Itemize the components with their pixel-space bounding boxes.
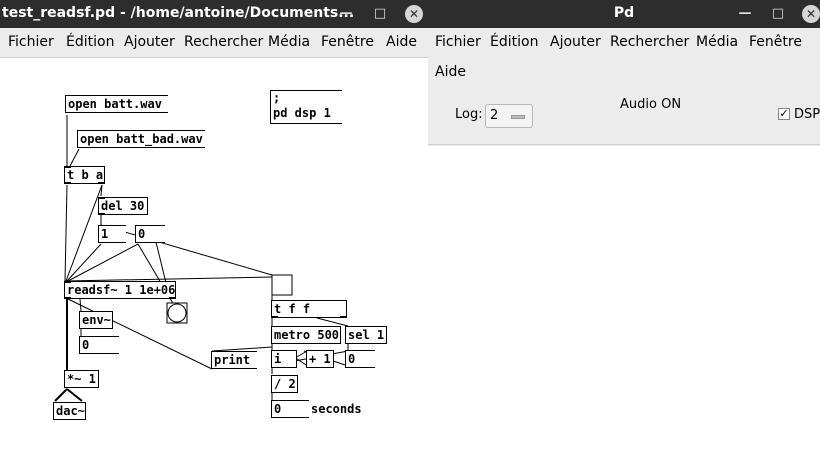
patch-window-title: test_readsf.pd - /home/antoine/Documents… — [2, 5, 355, 21]
msg-dsp-line1: ; — [273, 91, 281, 105]
menu-aide[interactable]: Aide — [386, 34, 417, 50]
obj-i[interactable]: i — [271, 350, 297, 368]
obj-print-text: print — [214, 353, 251, 367]
msg-dsp-line2: pd dsp 1 — [273, 106, 331, 120]
obj-plus-text: + 1 — [309, 352, 331, 366]
obj-mul-text: *~ 1 — [67, 372, 96, 386]
menu-media[interactable]: Média — [696, 34, 738, 50]
patch-window: test_readsf.pd - /home/antoine/Documents… — [0, 0, 428, 452]
obj-del-text: del 30 — [101, 199, 145, 213]
num-env-text: 0 — [82, 338, 90, 352]
pd-console[interactable] — [428, 146, 820, 452]
obj-div[interactable]: / 2 — [271, 375, 298, 393]
dsp-label: DSP — [794, 107, 820, 122]
obj-dac[interactable]: dac~ — [53, 402, 86, 420]
obj-tba-outlet — [65, 182, 71, 184]
menu-fenetre[interactable]: Fenêtre — [749, 34, 802, 50]
menu-edition[interactable]: Édition — [490, 34, 538, 50]
obj-div-text: / 2 — [274, 377, 296, 391]
num-seconds-text: 0 — [274, 402, 282, 416]
obj-print[interactable]: print — [211, 351, 257, 369]
comment-seconds: seconds — [311, 402, 362, 416]
obj-readsf-outlet — [65, 297, 71, 299]
num-seconds[interactable]: 0 — [271, 400, 309, 418]
obj-metro-text: metro 500 — [274, 328, 340, 342]
menu-fenetre[interactable]: Fenêtre — [321, 34, 374, 50]
bang-circle[interactable] — [167, 303, 187, 323]
patch-canvas[interactable]: open batt.wav open batt_bad.wav ; pd dsp… — [4, 59, 422, 452]
obj-sel-text: sel 1 — [348, 328, 385, 342]
obj-tff[interactable]: t f f — [271, 300, 347, 318]
num-1-text: 1 — [101, 227, 109, 241]
obj-readsf-inlet — [65, 281, 71, 283]
select-handle-icon — [511, 115, 525, 119]
pd-status-bar: Log: 2 Audio ON ✓ DSP — [428, 88, 820, 145]
obj-plus[interactable]: + 1 — [306, 350, 334, 368]
num-0a-text: 0 — [138, 227, 146, 241]
obj-readsf[interactable]: readsf~ 1 1e+06 — [64, 281, 176, 299]
pd-titlebar[interactable]: Pd — □ ✕ — [428, 0, 820, 28]
obj-tba-outlet — [98, 182, 104, 184]
menu-rechercher[interactable]: Rechercher — [610, 34, 689, 50]
dsp-checkbox[interactable]: ✓ — [778, 108, 790, 120]
log-level-value: 2 — [490, 108, 499, 123]
minimize-button[interactable]: — — [735, 4, 755, 24]
maximize-button[interactable]: □ — [370, 4, 390, 24]
pd-window-title: Pd — [613, 5, 635, 21]
obj-tff-outlet — [272, 316, 278, 318]
obj-env-text: env~ — [82, 313, 111, 327]
close-button[interactable]: ✕ — [405, 5, 423, 23]
obj-tba[interactable]: t b a — [64, 166, 105, 184]
obj-readsf-outlet — [169, 297, 175, 299]
num-1[interactable]: 1 — [98, 225, 126, 243]
menu-ajouter[interactable]: Ajouter — [550, 34, 601, 50]
num-sel-text: 0 — [348, 352, 356, 366]
msg-open-batt-bad[interactable]: open batt_bad.wav — [77, 130, 205, 148]
menu-edition[interactable]: Édition — [66, 34, 114, 50]
obj-tff-outlet — [340, 316, 346, 318]
obj-tba-inlet — [65, 166, 71, 168]
obj-metro[interactable]: metro 500 — [271, 326, 341, 344]
patch-menubar: Fichier Édition Ajouter Rechercher Média… — [0, 28, 428, 58]
audio-status: Audio ON — [620, 97, 682, 112]
patch-cords — [54, 115, 349, 402]
msg-dsp-on[interactable]: ; pd dsp 1 — [270, 90, 342, 124]
obj-env[interactable]: env~ — [79, 311, 113, 329]
menu-fichier[interactable]: Fichier — [435, 34, 481, 50]
num-env[interactable]: 0 — [79, 336, 119, 354]
msg-open-batt[interactable]: open batt.wav — [65, 95, 168, 113]
menu-media[interactable]: Média — [268, 34, 310, 50]
num-0a[interactable]: 0 — [135, 225, 165, 243]
patch-titlebar[interactable]: test_readsf.pd - /home/antoine/Documents… — [0, 0, 428, 28]
menu-fichier[interactable]: Fichier — [8, 34, 54, 50]
obj-readsf-text: readsf~ 1 1e+06 — [67, 283, 176, 297]
obj-del[interactable]: del 30 — [98, 197, 148, 215]
msg-open-batt-bad-text: open batt_bad.wav — [80, 132, 203, 146]
obj-del-outlet — [99, 213, 105, 215]
obj-tba-text: t b a — [67, 168, 104, 182]
menu-rechercher[interactable]: Rechercher — [184, 34, 263, 50]
toggle-box[interactable] — [271, 274, 293, 296]
pd-main-window: Pd — □ ✕ Fichier Édition Ajouter Recherc… — [428, 0, 820, 452]
obj-tff-text: t f f — [274, 302, 311, 316]
maximize-button[interactable]: □ — [768, 4, 788, 24]
obj-mul[interactable]: *~ 1 — [64, 370, 99, 388]
minimize-button[interactable]: — — [336, 4, 356, 24]
close-button[interactable]: ✕ — [802, 5, 820, 23]
log-label: Log: — [455, 107, 483, 122]
obj-i-text: i — [274, 352, 282, 366]
menu-ajouter[interactable]: Ajouter — [124, 34, 175, 50]
obj-del-inlet — [99, 197, 105, 199]
obj-dac-text: dac~ — [56, 404, 85, 418]
num-sel[interactable]: 0 — [345, 350, 375, 368]
menu-aide[interactable]: Aide — [435, 64, 466, 80]
log-level-select[interactable]: 2 — [485, 104, 533, 128]
obj-sel[interactable]: sel 1 — [345, 326, 387, 344]
pd-menubar: Fichier Édition Ajouter Rechercher Média… — [428, 28, 820, 88]
msg-open-batt-text: open batt.wav — [68, 97, 162, 111]
